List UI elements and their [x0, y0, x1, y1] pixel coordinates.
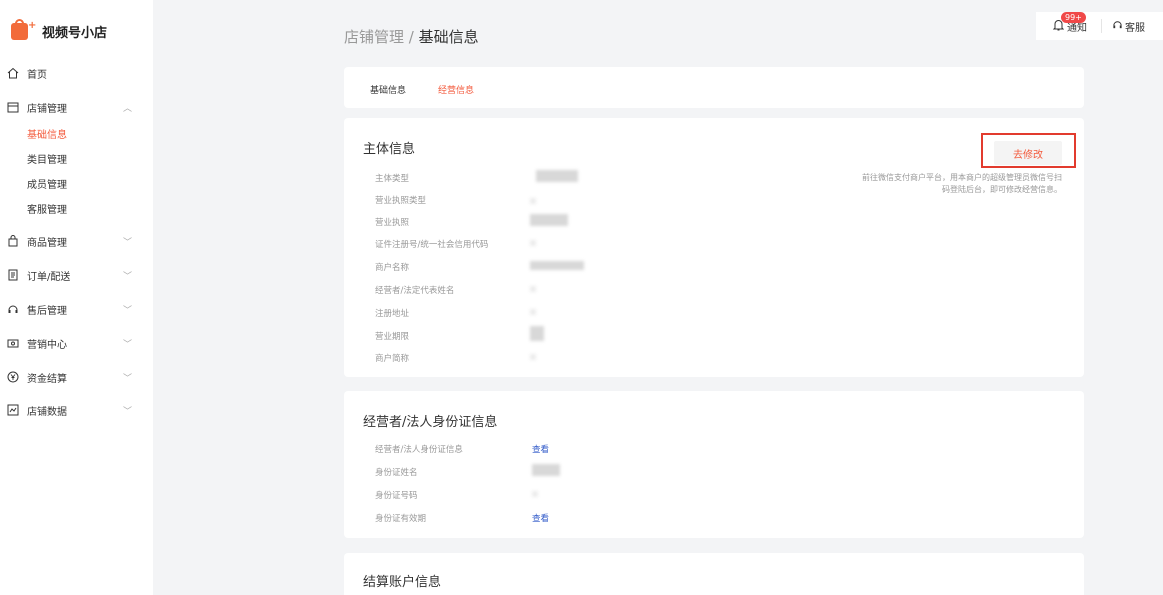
sidebar-item-finance[interactable]: 资金结算 ﹀ — [7, 368, 147, 386]
order-icon — [7, 269, 19, 281]
chart-icon — [7, 404, 19, 416]
chevron-down-icon: ﹀ — [123, 237, 133, 248]
bag-icon — [7, 235, 19, 247]
sidebar-item-data[interactable]: 店铺数据 ﹀ — [7, 401, 147, 419]
sidebar-item-label: 商品管理 — [27, 237, 67, 249]
chevron-down-icon: ﹀ — [123, 406, 133, 417]
sidebar-item-label: 订单/配送 — [27, 271, 71, 283]
sidebar-item-aftersale[interactable]: 售后管理 ﹀ — [7, 300, 147, 318]
service-button[interactable]: 客服 — [1112, 19, 1145, 34]
redacted-value — [530, 354, 536, 360]
brand-name: 视频号小店 — [42, 25, 108, 41]
redacted-value — [532, 464, 560, 476]
sidebar-item-label: 店铺管理 — [27, 103, 67, 115]
section-title: 经营者/法人身份证信息 — [363, 415, 498, 430]
field-label: 注册地址 — [375, 309, 410, 319]
notify-badge: 99+ — [1061, 11, 1086, 23]
field-label: 经营者/法人身份证信息 — [375, 445, 463, 455]
sidebar-subitem-category[interactable]: 类目管理 — [27, 154, 67, 168]
main-info-card: 主体信息 主体类型 营业执照类型 营业执照 证件注册号/统一社会信用代码 商户名… — [344, 118, 1084, 377]
headset-icon — [1112, 19, 1123, 33]
redacted-value — [530, 261, 584, 270]
view-id-link[interactable]: 查看 — [532, 443, 549, 455]
field-label: 营业期限 — [375, 332, 410, 342]
chevron-up-icon: ︿ — [123, 103, 133, 114]
sidebar-item-label: 售后管理 — [27, 305, 67, 317]
chevron-down-icon: ﹀ — [123, 305, 133, 316]
sidebar: + 视频号小店 首页 店铺管理 ︿ 基础信息 类目管理 成员管理 客服管理 商品… — [0, 0, 153, 595]
redacted-value — [536, 170, 578, 182]
field-label: 经营者/法定代表姓名 — [375, 286, 455, 296]
sidebar-item-label: 首页 — [27, 69, 47, 81]
sidebar-item-label: 资金结算 — [27, 373, 67, 385]
breadcrumb: 店铺管理 / 基础信息 — [344, 26, 479, 47]
sidebar-subitem-service[interactable]: 客服管理 — [27, 204, 67, 218]
redacted-value — [532, 491, 538, 497]
chevron-down-icon: ﹀ — [123, 339, 133, 350]
field-label: 证件注册号/统一社会信用代码 — [375, 240, 489, 250]
sidebar-item-orders[interactable]: 订单/配送 ﹀ — [7, 266, 147, 284]
chevron-down-icon: ﹀ — [123, 271, 133, 282]
field-label: 营业执照 — [375, 218, 410, 228]
field-label: 商户名称 — [375, 263, 410, 273]
sidebar-item-home[interactable]: 首页 — [7, 64, 147, 82]
redacted-value — [530, 240, 536, 246]
divider — [1101, 19, 1102, 33]
breadcrumb-separator: / — [404, 28, 419, 46]
sidebar-item-label: 店铺数据 — [27, 406, 67, 418]
brand[interactable]: + 视频号小店 — [10, 19, 107, 43]
redacted-value — [530, 198, 536, 204]
sidebar-subitem-basic-info[interactable]: 基础信息 — [27, 129, 67, 143]
edit-button[interactable]: 去修改 — [994, 141, 1062, 165]
sidebar-subitem-members[interactable]: 成员管理 — [27, 179, 67, 193]
breadcrumb-parent[interactable]: 店铺管理 — [344, 28, 404, 46]
redacted-value — [530, 286, 536, 292]
sidebar-item-goods[interactable]: 商品管理 ﹀ — [7, 232, 147, 250]
id-info-card: 经营者/法人身份证信息 经营者/法人身份证信息 身份证姓名 身份证号码 身份证有… — [344, 391, 1084, 538]
notify-button[interactable]: 通知 99+ — [1052, 11, 1087, 34]
redacted-value — [530, 309, 536, 315]
redacted-value — [530, 214, 568, 226]
field-label: 营业执照类型 — [375, 196, 427, 206]
home-icon — [7, 67, 19, 79]
sidebar-item-label: 营销中心 — [27, 339, 67, 351]
tab-business-info[interactable]: 经营信息 — [438, 83, 474, 96]
field-label: 身份证号码 — [375, 491, 418, 501]
field-label: 身份证姓名 — [375, 468, 418, 478]
chevron-down-icon: ﹀ — [123, 373, 133, 384]
tab-basic-info[interactable]: 基础信息 — [370, 83, 406, 96]
view-validity-link[interactable]: 查看 — [532, 512, 549, 524]
yen-icon — [7, 371, 19, 383]
headset-icon — [7, 303, 19, 315]
service-label: 客服 — [1125, 22, 1145, 34]
sidebar-item-marketing[interactable]: 营销中心 ﹀ — [7, 334, 147, 352]
settlement-card: 结算账户信息 — [344, 553, 1084, 595]
store-icon — [7, 101, 19, 113]
topbar: 通知 99+ 客服 — [1036, 11, 1163, 40]
sidebar-item-store[interactable]: 店铺管理 ︿ — [7, 98, 147, 116]
shop-logo-icon: + — [10, 19, 36, 43]
redacted-value — [530, 326, 544, 341]
field-label: 商户简称 — [375, 354, 410, 364]
field-label: 主体类型 — [375, 174, 410, 184]
breadcrumb-current: 基础信息 — [418, 28, 479, 46]
section-title: 结算账户信息 — [363, 575, 442, 590]
tabs-card: 基础信息 经营信息 — [344, 67, 1084, 108]
ticket-icon — [7, 337, 19, 349]
edit-hint: 前往微信支付商户平台，用本商户的超级管理员微信号扫码登陆后台，即可修改经营信息。 — [862, 173, 1062, 194]
field-label: 身份证有效期 — [375, 514, 427, 524]
section-title: 主体信息 — [363, 142, 416, 157]
